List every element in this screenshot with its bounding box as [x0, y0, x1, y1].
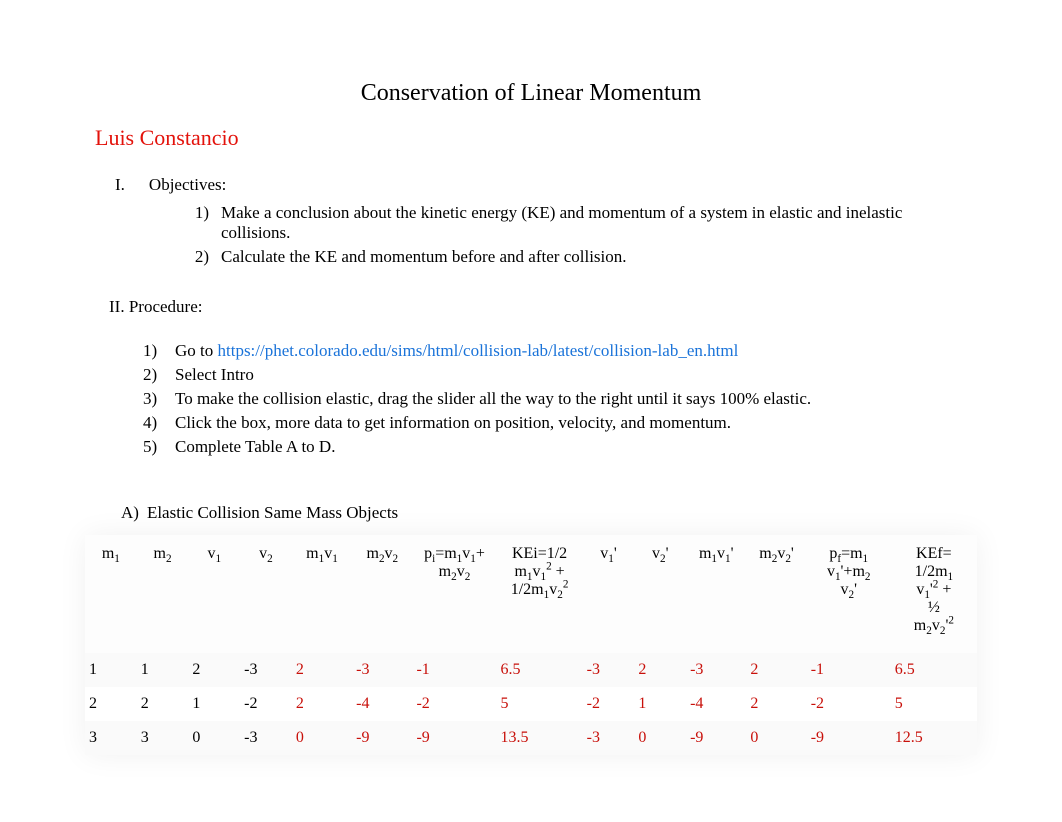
table-cell: -3 — [240, 653, 292, 687]
table-cell: 0 — [188, 721, 240, 755]
list-item: 1) Make a conclusion about the kinetic e… — [185, 203, 967, 243]
col-v1: v1 — [188, 535, 240, 653]
table-cell: 2 — [634, 653, 686, 687]
list-text: Complete Table A to D. — [175, 437, 335, 457]
table-cell: 13.5 — [496, 721, 582, 755]
table-cell: 3 — [85, 721, 137, 755]
procedure-label: II. Procedure: — [109, 297, 967, 317]
objectives-list: 1) Make a conclusion about the kinetic e… — [185, 203, 967, 267]
table-cell: 2 — [137, 687, 189, 721]
list-num: 4) — [143, 413, 165, 433]
table-cell: -2 — [240, 687, 292, 721]
table-cell: 1 — [634, 687, 686, 721]
table-row: 221-22-4-25-21-42-25 — [85, 687, 977, 721]
table-cell: -2 — [412, 687, 496, 721]
table-cell: 2 — [746, 687, 806, 721]
table-cell: 12.5 — [891, 721, 977, 755]
table-cell: 6.5 — [496, 653, 582, 687]
table-cell: 2 — [746, 653, 806, 687]
list-item: 1) Go to https://phet.colorado.edu/sims/… — [143, 341, 967, 361]
table-cell: -3 — [352, 653, 412, 687]
table-cell: -3 — [583, 653, 635, 687]
table-cell: -2 — [807, 687, 891, 721]
list-text: Go to https://phet.colorado.edu/sims/htm… — [175, 341, 738, 361]
text-fragment: Go to — [175, 341, 218, 360]
col-m1v1p: m1v1' — [686, 535, 746, 653]
table-cell: -1 — [412, 653, 496, 687]
table-cell: -4 — [686, 687, 746, 721]
author-name: Luis Constancio — [95, 125, 967, 151]
table-cell: 0 — [746, 721, 806, 755]
list-num: 3) — [143, 389, 165, 409]
table-cell: -9 — [352, 721, 412, 755]
list-item: 5) Complete Table A to D. — [143, 437, 967, 457]
objectives-label: Objectives: — [149, 175, 226, 195]
table-cell: -2 — [583, 687, 635, 721]
list-num: 2) — [185, 247, 209, 267]
list-num: 1) — [143, 341, 165, 361]
table-cell: 2 — [85, 687, 137, 721]
table-header-row: m1 m2 v1 v2 m1v1 m2v2 pi=m1v1+m2v2 KEi=1… — [85, 535, 977, 653]
table-cell: 1 — [85, 653, 137, 687]
list-num: 5) — [143, 437, 165, 457]
tableA: m1 m2 v1 v2 m1v1 m2v2 pi=m1v1+m2v2 KEi=1… — [85, 535, 977, 755]
table-cell: -3 — [583, 721, 635, 755]
table-cell: 1 — [137, 653, 189, 687]
list-item: 2) Calculate the KE and momentum before … — [185, 247, 967, 267]
table-cell: 5 — [496, 687, 582, 721]
col-v1p: v1' — [583, 535, 635, 653]
col-kei: KEi=1/2m1v12 +1/2m1v22 — [496, 535, 582, 653]
table-cell: 2 — [292, 687, 352, 721]
col-m2: m2 — [137, 535, 189, 653]
col-v2p: v2' — [634, 535, 686, 653]
procedure-list: 1) Go to https://phet.colorado.edu/sims/… — [143, 341, 967, 457]
table-cell: -9 — [412, 721, 496, 755]
table-cell: 2 — [188, 653, 240, 687]
phet-link[interactable]: https://phet.colorado.edu/sims/html/coll… — [218, 341, 739, 360]
col-m2v2p: m2v2' — [746, 535, 806, 653]
list-text: Select Intro — [175, 365, 254, 385]
table-cell: -9 — [686, 721, 746, 755]
table-cell: -4 — [352, 687, 412, 721]
col-m1: m1 — [85, 535, 137, 653]
col-m1v1: m1v1 — [292, 535, 352, 653]
table-row: 330-30-9-913.5-30-90-912.5 — [85, 721, 977, 755]
table-title: Elastic Collision Same Mass Objects — [147, 503, 398, 523]
table-cell: 5 — [891, 687, 977, 721]
list-text: To make the collision elastic, drag the … — [175, 389, 811, 409]
table-cell: -9 — [807, 721, 891, 755]
list-text: Click the box, more data to get informat… — [175, 413, 731, 433]
col-pf: pf=m1v1'+m2v2' — [807, 535, 891, 653]
table-letter: A) — [121, 503, 139, 523]
objectives-roman: I. — [115, 175, 125, 195]
list-text: Calculate the KE and momentum before and… — [221, 247, 967, 267]
table-cell: -3 — [686, 653, 746, 687]
list-text: Make a conclusion about the kinetic ener… — [221, 203, 967, 243]
col-m2v2: m2v2 — [352, 535, 412, 653]
list-item: 2) Select Intro — [143, 365, 967, 385]
table-cell: 1 — [188, 687, 240, 721]
col-pi: pi=m1v1+m2v2 — [412, 535, 496, 653]
table-cell: 2 — [292, 653, 352, 687]
page-title: Conservation of Linear Momentum — [95, 80, 967, 107]
list-item: 4) Click the box, more data to get infor… — [143, 413, 967, 433]
list-num: 2) — [143, 365, 165, 385]
table-cell: 3 — [137, 721, 189, 755]
col-v2: v2 — [240, 535, 292, 653]
table-cell: 0 — [292, 721, 352, 755]
table-cell: 0 — [634, 721, 686, 755]
table-cell: -1 — [807, 653, 891, 687]
table-cell: 6.5 — [891, 653, 977, 687]
col-kef: KEf=1/2m1v1'2 +½m2v2'2 — [891, 535, 977, 653]
table-cell: -3 — [240, 721, 292, 755]
list-num: 1) — [185, 203, 209, 243]
table-row: 112-32-3-16.5-32-32-16.5 — [85, 653, 977, 687]
list-item: 3) To make the collision elastic, drag t… — [143, 389, 967, 409]
